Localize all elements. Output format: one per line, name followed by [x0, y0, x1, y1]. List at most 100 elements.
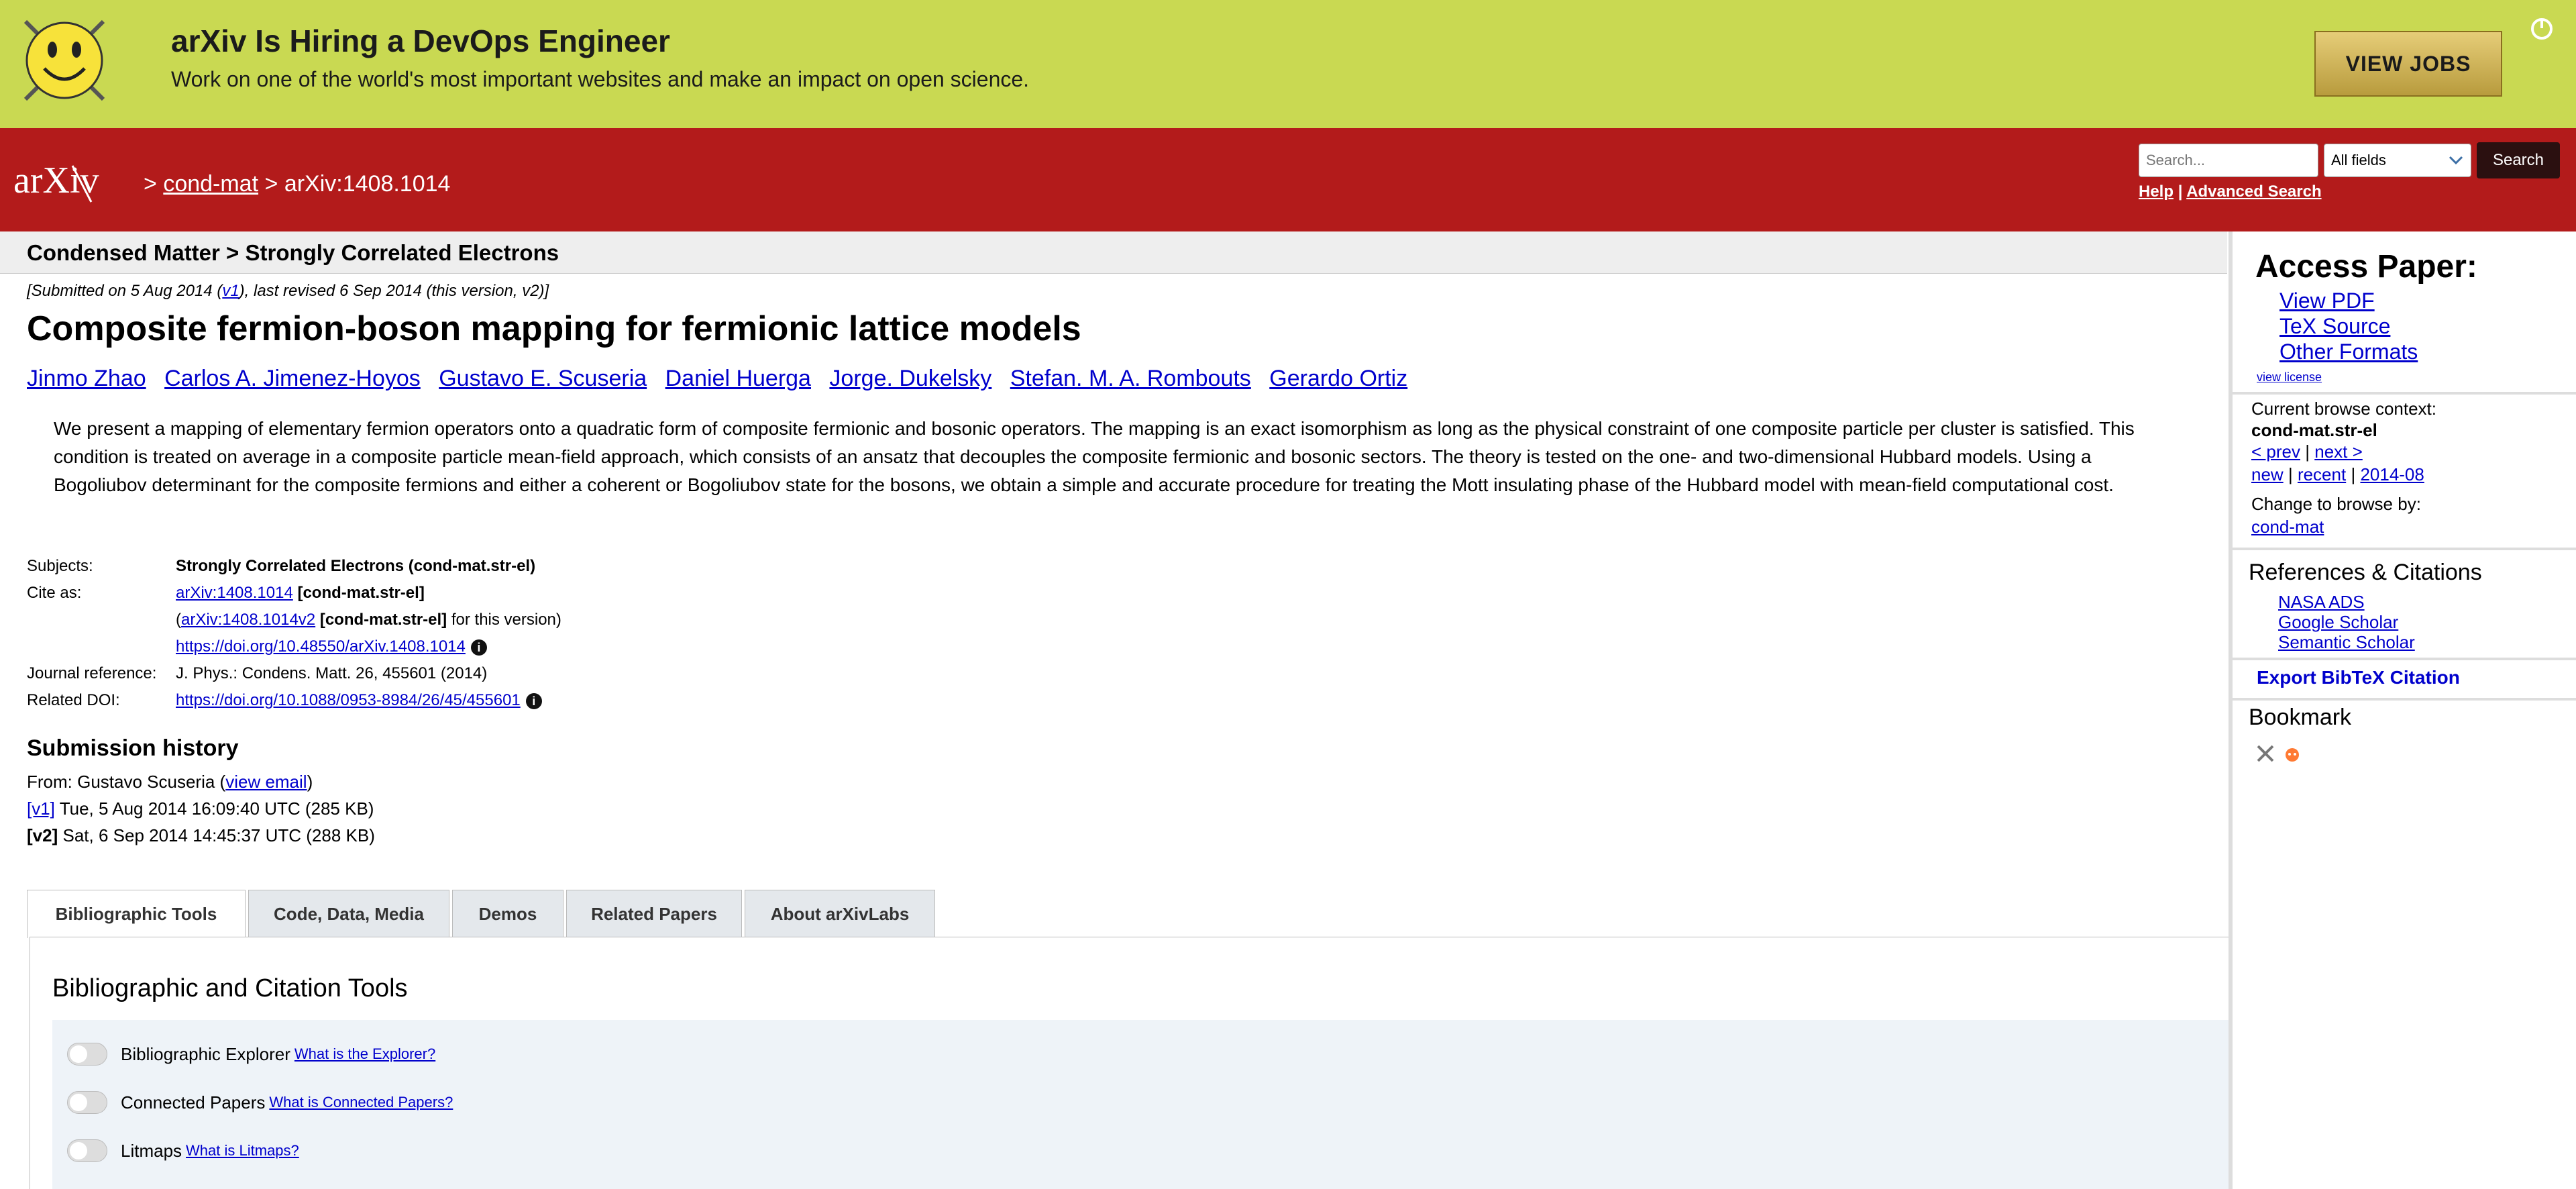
- access-paper-heading: Access Paper:: [2255, 249, 2477, 285]
- tab-about-arxivlabs[interactable]: About arXivLabs: [745, 890, 935, 938]
- arxiv-logo[interactable]: arXiv: [11, 154, 136, 209]
- browse-nav: < prev | next >: [2251, 442, 2363, 462]
- tab-related-papers[interactable]: Related Papers: [566, 890, 742, 938]
- sidebar-divider: [2233, 658, 2576, 660]
- history-from-text: From: Gustavo Scuseria (: [27, 772, 226, 792]
- tab-demos[interactable]: Demos: [452, 890, 564, 938]
- nasa-ads-link[interactable]: NASA ADS: [2278, 592, 2365, 613]
- doi-link[interactable]: https://doi.org/10.48550/arXiv.1408.1014: [176, 637, 466, 656]
- related-doi-label: Related DOI:: [27, 691, 120, 709]
- browse-separator: |: [2305, 442, 2310, 462]
- cite-version-link[interactable]: arXiv:1408.1014v2: [181, 611, 315, 629]
- history-v1-text: Tue, 5 Aug 2014 16:09:40 UTC (285 KB): [59, 798, 374, 819]
- advanced-search-link[interactable]: Advanced Search: [2186, 183, 2321, 201]
- search-field-select[interactable]: All fields: [2324, 144, 2471, 177]
- author-link[interactable]: Gustavo E. Scuseria: [439, 366, 647, 391]
- tab-code-data-media[interactable]: Code, Data, Media: [248, 890, 449, 938]
- google-scholar-link[interactable]: Google Scholar: [2278, 612, 2398, 633]
- author-link[interactable]: Carlos A. Jimenez-Hoyos: [164, 366, 421, 391]
- subjects-value: Strongly Correlated Electrons (cond-mat.…: [176, 557, 536, 575]
- tool-help-link[interactable]: What is Litmaps?: [186, 1142, 299, 1159]
- v1-version-link[interactable]: v1: [222, 282, 239, 300]
- recent-link[interactable]: recent: [2298, 464, 2346, 484]
- breadcrumb-category-link[interactable]: cond-mat: [163, 171, 258, 197]
- next-link[interactable]: next >: [2314, 442, 2363, 462]
- explorer-toggle[interactable]: [67, 1043, 107, 1066]
- change-browse-label: Change to browse by:: [2251, 494, 2421, 514]
- connected-papers-toggle[interactable]: [67, 1091, 107, 1114]
- export-bibtex-link[interactable]: Export BibTeX Citation: [2257, 667, 2460, 688]
- search-input[interactable]: [2139, 144, 2318, 177]
- tool-label: Connected Papers: [121, 1092, 266, 1113]
- author-link[interactable]: Daniel Huerga: [665, 366, 811, 391]
- breadcrumb-separator: >: [264, 171, 278, 197]
- banner-title: arXiv Is Hiring a DevOps Engineer: [171, 23, 670, 58]
- cite-version-category: [cond-mat.str-el]: [319, 611, 447, 629]
- search-button[interactable]: Search: [2477, 142, 2560, 178]
- tex-source-link[interactable]: TeX Source: [2279, 314, 2390, 339]
- svg-text:arXiv: arXiv: [13, 160, 99, 201]
- bibsonomy-bookmark-icon[interactable]: [2255, 743, 2275, 764]
- author-link[interactable]: Stefan. M. A. Rombouts: [1010, 366, 1251, 391]
- panel-title: Bibliographic and Citation Tools: [52, 974, 408, 1002]
- month-link[interactable]: 2014-08: [2360, 464, 2424, 484]
- author-link[interactable]: Jorge. Dukelsky: [829, 366, 991, 391]
- help-separator: |: [2178, 183, 2183, 201]
- new-link[interactable]: new: [2251, 464, 2284, 484]
- tool-help-link[interactable]: What is Connected Papers?: [269, 1094, 453, 1111]
- references-heading: References & Citations: [2249, 560, 2482, 585]
- author-list: Jinmo Zhao Carlos A. Jimenez-Hoyos Gusta…: [27, 366, 1419, 392]
- info-icon[interactable]: i: [470, 639, 487, 656]
- history-v1-line: [v1] Tue, 5 Aug 2014 16:09:40 UTC (285 K…: [27, 798, 374, 819]
- abstract: We present a mapping of elementary fermi…: [54, 418, 2135, 495]
- sidebar-divider: [2233, 392, 2576, 395]
- change-browse-link[interactable]: cond-mat: [2251, 517, 2324, 537]
- history-from-close: ): [307, 772, 313, 792]
- subject-header: Condensed Matter > Strongly Correlated E…: [27, 240, 559, 265]
- doi-row: https://doi.org/10.48550/arXiv.1408.1014…: [27, 637, 631, 663]
- view-email-link[interactable]: view email: [225, 772, 307, 792]
- history-v2-line: [v2] Sat, 6 Sep 2014 14:45:37 UTC (288 K…: [27, 825, 375, 846]
- tool-row-connected-papers: Connected Papers What is Connected Paper…: [67, 1091, 453, 1114]
- view-pdf-link[interactable]: View PDF: [2279, 289, 2375, 313]
- cite-version-suffix: for this version): [451, 611, 561, 629]
- close-banner-icon[interactable]: [2530, 17, 2553, 40]
- reddit-bookmark-icon[interactable]: [2282, 743, 2302, 764]
- tool-label: Litmaps: [121, 1140, 182, 1161]
- related-doi-row: Related DOI: https://doi.org/10.1088/095…: [27, 691, 631, 717]
- view-jobs-button[interactable]: VIEW JOBS: [2314, 31, 2502, 97]
- breadcrumb-separator: >: [144, 171, 157, 197]
- cite-version-row: (arXiv:1408.1014v2 [cond-mat.str-el] for…: [176, 611, 561, 629]
- author-link[interactable]: Jinmo Zhao: [27, 366, 146, 391]
- cite-arxiv-link[interactable]: arXiv:1408.1014: [176, 584, 293, 602]
- tool-help-link[interactable]: What is the Explorer?: [294, 1045, 435, 1063]
- author-link[interactable]: Gerardo Ortiz: [1269, 366, 1407, 391]
- help-link[interactable]: Help: [2139, 183, 2174, 201]
- info-icon[interactable]: i: [525, 692, 542, 709]
- browse-separator: |: [2288, 464, 2293, 484]
- tool-row-explorer: Bibliographic Explorer What is the Explo…: [67, 1043, 435, 1066]
- v1-history-link[interactable]: [v1]: [27, 798, 55, 819]
- related-doi-link[interactable]: https://doi.org/10.1088/0953-8984/26/45/…: [176, 691, 521, 709]
- dateline-prefix: [Submitted on 5 Aug 2014 (: [27, 282, 223, 300]
- prev-link[interactable]: < prev: [2251, 442, 2300, 462]
- tool-row-litmaps: Litmaps What is Litmaps?: [67, 1139, 299, 1162]
- cite-row: Cite as: arXiv:1408.1014 [cond-mat.str-e…: [27, 584, 631, 609]
- smiley-icon: [23, 19, 105, 101]
- cite-category: [cond-mat.str-el]: [297, 584, 425, 602]
- tab-bibliographic-tools[interactable]: Bibliographic Tools: [27, 890, 246, 938]
- tool-label: Bibliographic Explorer: [121, 1043, 290, 1064]
- browse-separator: |: [2351, 464, 2356, 484]
- paper-title: Composite fermion-boson mapping for ferm…: [27, 309, 1081, 348]
- history-from-line: From: Gustavo Scuseria (view email): [27, 772, 313, 792]
- browse-list-links: new | recent | 2014-08: [2251, 464, 2424, 485]
- view-license-link[interactable]: view license: [2257, 370, 2322, 384]
- submission-dateline: [Submitted on 5 Aug 2014 (v1), last revi…: [27, 282, 549, 301]
- semantic-scholar-link[interactable]: Semantic Scholar: [2278, 632, 2415, 653]
- hiring-banner: arXiv Is Hiring a DevOps Engineer Work o…: [0, 0, 2576, 128]
- sidebar-divider: [2233, 698, 2576, 701]
- litmaps-toggle[interactable]: [67, 1139, 107, 1162]
- other-formats-link[interactable]: Other Formats: [2279, 340, 2418, 364]
- journal-value: J. Phys.: Condens. Matt. 26, 455601 (201…: [176, 664, 488, 682]
- history-v2-text: Sat, 6 Sep 2014 14:45:37 UTC (288 KB): [62, 825, 375, 845]
